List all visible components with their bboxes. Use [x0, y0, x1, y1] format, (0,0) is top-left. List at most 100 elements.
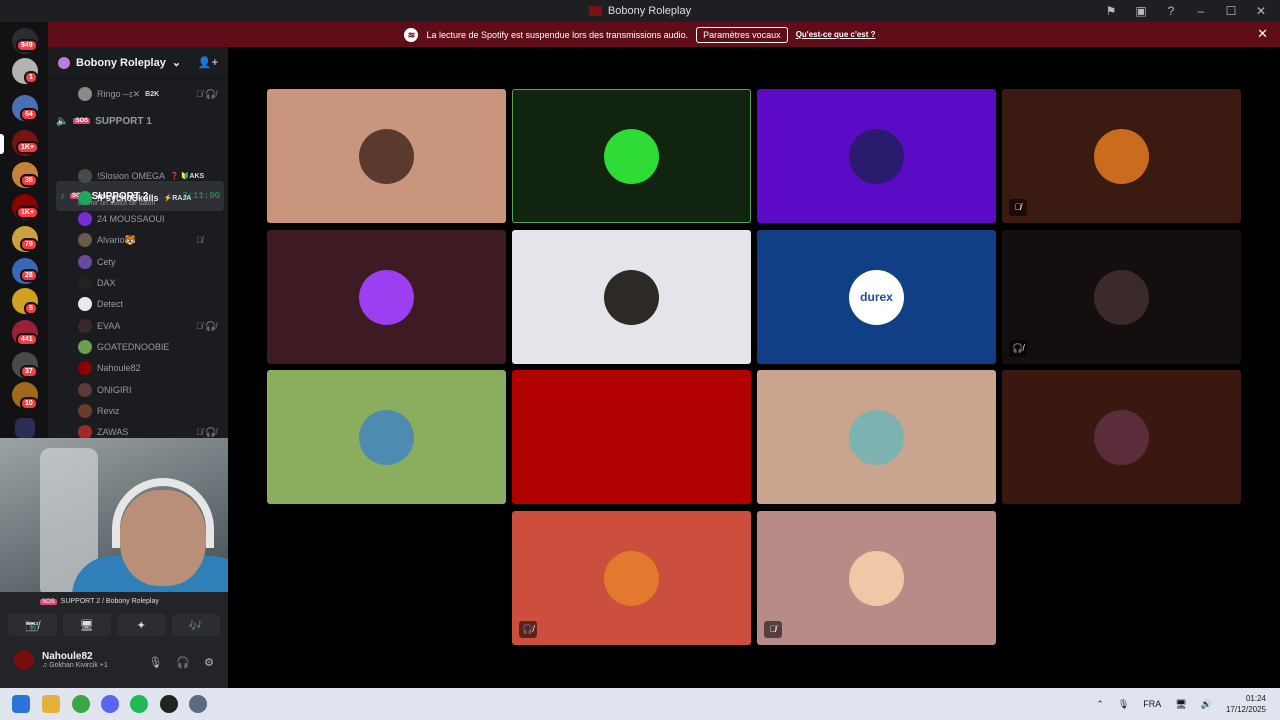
discord-icon[interactable] — [101, 695, 119, 713]
participant-avatar — [359, 270, 414, 325]
muted-icon: 🎙̸ — [196, 235, 203, 245]
participant-tile[interactable] — [512, 230, 751, 364]
voice-user[interactable]: Ringo ─ɪ✕ B2K 🎙̸ 🎧̸ — [78, 84, 216, 104]
voice-user[interactable]: DAX — [78, 273, 116, 293]
chevron-down-icon: ⌄ — [171, 57, 182, 69]
title-bar-controls: ⚑ ▣ ? – ☐ ✕ — [1102, 0, 1270, 22]
speaker-active-icon: ♪ — [60, 190, 65, 202]
voice-settings-button[interactable]: Paramètres vocaux — [696, 26, 788, 43]
clock[interactable]: 01:24 17/12/2025 — [1226, 693, 1266, 715]
participant-avatar — [1094, 270, 1149, 325]
voice-location: SUPPORT 2 / Bobony Roleplay — [60, 598, 159, 605]
participant-tile[interactable]: 🎧̸ — [512, 511, 751, 645]
microphone-icon[interactable]: 🎙 — [1118, 699, 1129, 710]
participant-tile[interactable]: 🎙̸ — [1002, 89, 1241, 223]
microphone-icon[interactable]: 🎙 — [148, 656, 162, 669]
chevron-up-icon[interactable]: ⌃ — [1096, 699, 1104, 710]
participant-tile[interactable] — [512, 370, 751, 504]
muted-status-icon: 🎧̸ — [519, 621, 537, 638]
voice-stage-grid: 🎙̸ durex 🎧̸ 🎧̸ 🎙̸ — [228, 47, 1280, 688]
channel-support-1[interactable]: 🔈 SOS SUPPORT 1 — [56, 111, 224, 131]
maximize-icon[interactable]: ☐ — [1222, 4, 1240, 18]
avatar — [78, 276, 92, 290]
channel-badge: SOS — [73, 118, 91, 124]
inbox-icon[interactable]: ⚑ — [1102, 4, 1120, 18]
discord-window: Bobony Roleplay ⚑ ▣ ? – ☐ ✕ ≋ La lecture… — [0, 0, 1280, 720]
participant-tile[interactable] — [267, 370, 506, 504]
participant-avatar — [604, 551, 659, 606]
voice-connection-info[interactable]: SOS SUPPORT 2 / Bobony Roleplay — [40, 598, 159, 605]
voice-user-name: Cety — [97, 257, 116, 267]
banner-message: La lecture de Spotify est suspendue lors… — [426, 29, 689, 40]
settings-icon[interactable] — [189, 695, 207, 713]
spotify-icon[interactable] — [130, 695, 148, 713]
voice-user[interactable]: ONIGIRI — [78, 380, 132, 400]
participant-tile[interactable]: 🎙̸ — [757, 511, 996, 645]
participant-avatar — [849, 410, 904, 465]
avatar — [78, 425, 92, 439]
whats-this-link[interactable]: Qu'est-ce que c'est ? — [796, 30, 876, 39]
voice-user[interactable]: !PsychoSkulls ⚡RAJA — [78, 188, 191, 208]
volume-icon[interactable]: 🔊 — [1201, 699, 1212, 710]
voice-user[interactable]: Nahoule82 — [78, 358, 141, 378]
server-badge: 441 — [16, 333, 38, 346]
file-explorer-icon[interactable] — [42, 695, 60, 713]
server-badge: 79 — [20, 238, 38, 251]
close-icon[interactable]: ✕ — [1252, 4, 1270, 18]
voice-user-tag: B2K — [145, 90, 160, 98]
settings-gear-icon[interactable]: ⚙ — [204, 656, 214, 669]
participant-avatar — [604, 410, 659, 465]
screen-icon[interactable]: ▣ — [1132, 4, 1150, 18]
network-icon[interactable]: 🖥 — [1175, 699, 1186, 710]
chrome-icon[interactable] — [72, 695, 90, 713]
voice-user[interactable]: Alvario🐯 🎙̸ — [78, 230, 203, 250]
participant-tile[interactable] — [1002, 370, 1241, 504]
voice-user[interactable]: Detect — [78, 294, 123, 314]
server-badge: 28 — [20, 269, 38, 282]
app-icon[interactable] — [160, 695, 178, 713]
language-indicator[interactable]: FRA — [1143, 699, 1161, 709]
speaker-muted-icon: 🔈 — [56, 115, 69, 127]
participant-tile[interactable] — [267, 230, 506, 364]
banner-close-icon[interactable]: ✕ — [1257, 26, 1268, 42]
invite-icon[interactable]: 👤+ — [198, 56, 218, 69]
voice-user[interactable]: 24 MOUSSAOUI — [78, 209, 165, 229]
help-icon[interactable]: ? — [1162, 4, 1180, 18]
participant-tile[interactable] — [267, 89, 506, 223]
server-badge: 5 — [24, 302, 38, 315]
user-status: ♫ Gokhan Kivircik +1 — [42, 662, 108, 669]
voice-user-name: ZAWAS — [97, 427, 129, 437]
soundboard-button[interactable]: 🎶 — [171, 614, 220, 636]
muted-deafened-icon: 🎙̸ 🎧̸ — [196, 88, 217, 99]
activities-button[interactable]: ✦ — [117, 614, 166, 636]
voice-user-name: ONIGIRI — [97, 385, 132, 395]
participant-tile[interactable] — [512, 89, 751, 223]
avatar — [14, 650, 34, 670]
participant-tile[interactable]: durex — [757, 230, 996, 364]
windows-taskbar: ⌃ 🎙 FRA 🖥 🔊 01:24 17/12/2025 — [0, 688, 1280, 720]
voice-user-tag: ⚡RAJA — [163, 195, 192, 202]
server-folder-icon[interactable] — [15, 418, 35, 438]
voice-user[interactable]: Cety — [78, 252, 116, 272]
participant-avatar — [849, 551, 904, 606]
screen-share-button[interactable]: 🖥 — [62, 614, 111, 636]
minimize-icon[interactable]: – — [1192, 4, 1210, 18]
participant-tile[interactable] — [757, 370, 996, 504]
current-user[interactable]: Nahoule82 ♫ Gokhan Kivircik +1 — [14, 650, 108, 670]
server-header[interactable]: Bobony Roleplay ⌄ 👤+ — [48, 47, 228, 79]
voice-user-name: DAX — [97, 278, 116, 288]
voice-user[interactable]: GOATEDNOOBIE — [78, 337, 169, 357]
voice-user[interactable]: !Slosion OMEGA ❓ 🔰AKS — [78, 166, 204, 186]
camera-off-button[interactable]: 📷̸ — [8, 614, 57, 636]
voice-user[interactable]: EVAA 🎙̸ 🎧̸ — [78, 316, 216, 336]
avatar — [78, 383, 92, 397]
voice-user[interactable]: Reviz — [78, 401, 120, 421]
server-badge: 1K+ — [16, 206, 40, 219]
voice-controls: 📷̸ 🖥 ✦ 🎶 — [8, 614, 220, 636]
muted-status-icon: 🎙̸ — [1009, 199, 1027, 216]
participant-tile[interactable]: 🎧̸ — [1002, 230, 1241, 364]
server-logo-icon — [588, 6, 602, 16]
participant-tile[interactable] — [757, 89, 996, 223]
headphones-icon[interactable]: 🎧 — [176, 656, 190, 669]
windows-start-icon[interactable] — [12, 695, 30, 713]
